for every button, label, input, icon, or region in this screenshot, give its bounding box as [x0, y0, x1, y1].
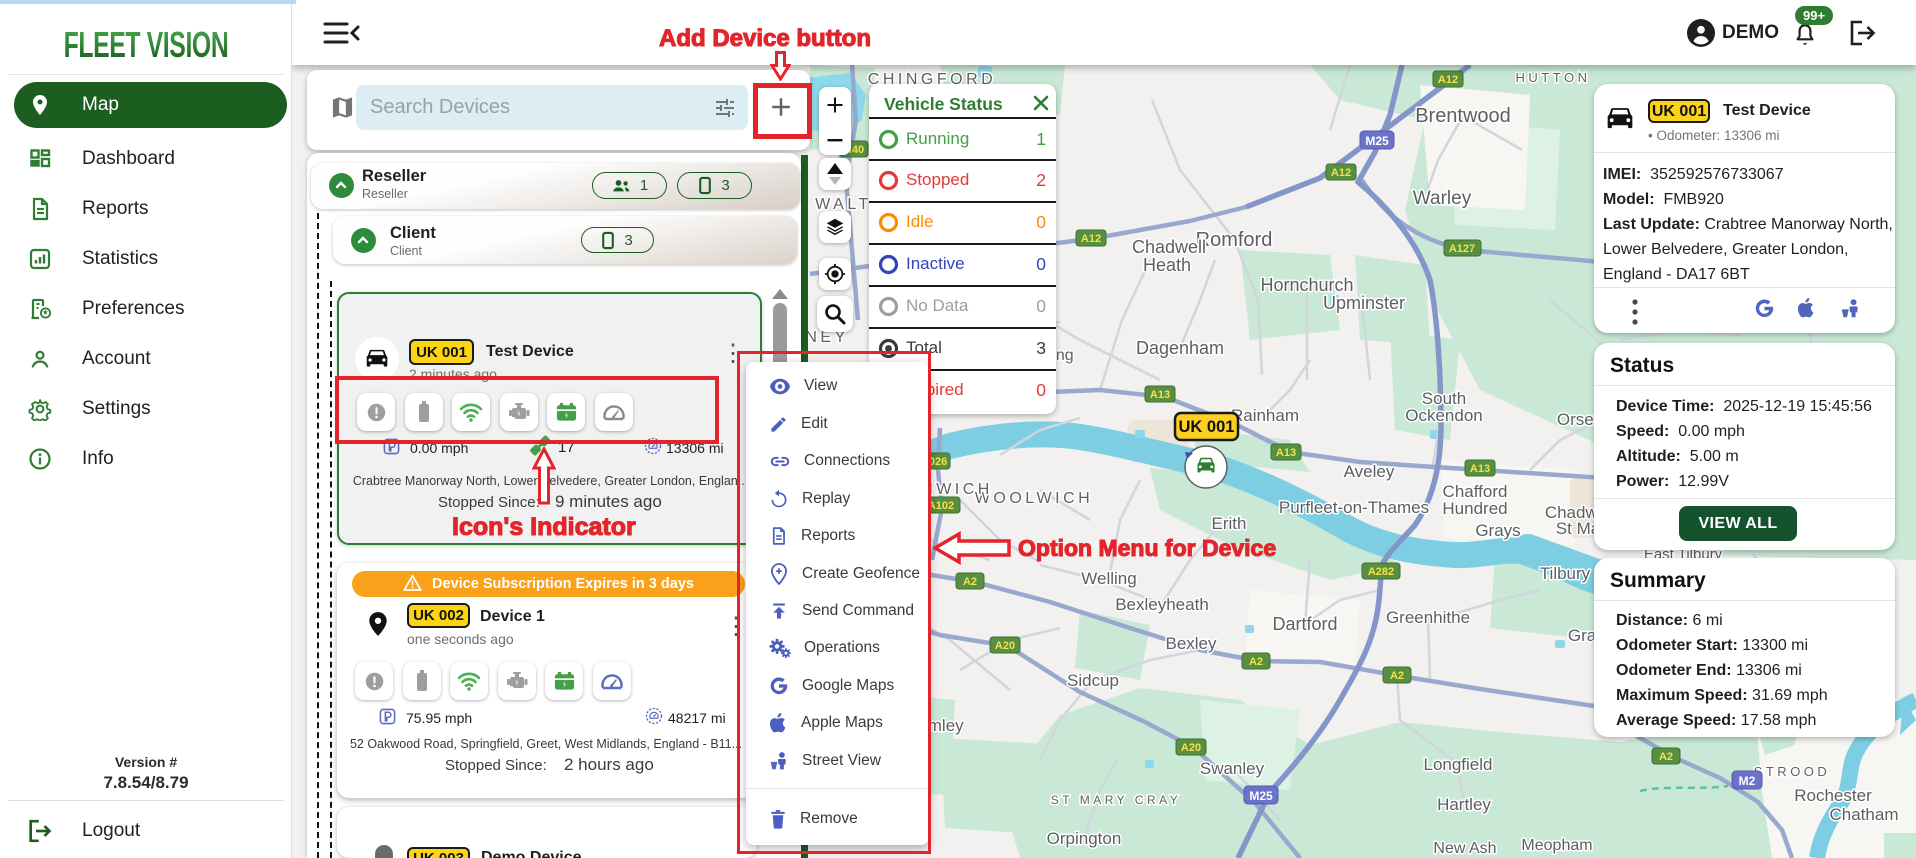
- svg-text:A2: A2: [1659, 751, 1673, 763]
- svg-text:A2: A2: [1390, 670, 1404, 682]
- svg-text:HUTTON: HUTTON: [1516, 70, 1591, 85]
- svg-text:Meopham: Meopham: [1521, 837, 1592, 854]
- svg-text:M25: M25: [1249, 789, 1273, 803]
- svg-text:A13: A13: [1470, 463, 1490, 475]
- svg-text:Welling: Welling: [1081, 569, 1136, 588]
- svg-text:A127: A127: [1449, 243, 1475, 255]
- svg-text:Greenhithe: Greenhithe: [1386, 608, 1470, 627]
- svg-text:Rochester: Rochester: [1794, 786, 1872, 805]
- svg-text:Rainham: Rainham: [1231, 406, 1299, 425]
- svg-text:A2: A2: [963, 576, 977, 588]
- svg-text:Brentwood: Brentwood: [1415, 105, 1511, 127]
- svg-text:Dagenham: Dagenham: [1136, 338, 1224, 358]
- svg-text:A12: A12: [1081, 233, 1101, 245]
- svg-text:A20: A20: [995, 640, 1015, 652]
- svg-text:Aveley: Aveley: [1344, 462, 1395, 481]
- svg-text:Ockendon: Ockendon: [1405, 406, 1483, 425]
- svg-text:Hartley: Hartley: [1437, 795, 1491, 814]
- svg-text:Erith: Erith: [1212, 514, 1247, 533]
- svg-text:A282: A282: [1368, 566, 1394, 578]
- svg-text:Purfleet-on-Thames: Purfleet-on-Thames: [1279, 498, 1429, 517]
- svg-text:Bexley: Bexley: [1165, 634, 1217, 653]
- svg-text:Hundred: Hundred: [1442, 499, 1507, 518]
- svg-text:Chadwell: Chadwell: [1132, 237, 1206, 257]
- svg-text:A12: A12: [1438, 74, 1458, 86]
- svg-text:A12: A12: [1331, 167, 1351, 179]
- svg-text:A2: A2: [1249, 656, 1263, 668]
- svg-text:A102: A102: [928, 500, 954, 512]
- svg-text:NWICH: NWICH: [921, 481, 993, 498]
- svg-text:UK 001: UK 001: [1179, 418, 1235, 436]
- svg-text:M2: M2: [1739, 774, 1756, 788]
- svg-text:Warley: Warley: [1413, 188, 1472, 209]
- svg-text:Grays: Grays: [1475, 521, 1520, 540]
- svg-text:ST MARY CRAY: ST MARY CRAY: [1051, 793, 1181, 807]
- svg-text:Bexleyheath: Bexleyheath: [1115, 595, 1209, 614]
- svg-text:A20: A20: [1181, 742, 1201, 754]
- svg-text:Heath: Heath: [1143, 255, 1191, 275]
- svg-text:A13: A13: [1276, 447, 1296, 459]
- svg-text:Dartford: Dartford: [1272, 614, 1337, 634]
- svg-text:Swanley: Swanley: [1200, 759, 1265, 778]
- svg-text:STROOD: STROOD: [1754, 764, 1831, 779]
- svg-text:A13: A13: [1150, 389, 1170, 401]
- svg-text:Longfield: Longfield: [1423, 755, 1492, 774]
- svg-text:Upminster: Upminster: [1323, 293, 1405, 313]
- svg-text:Chatham: Chatham: [1830, 805, 1899, 824]
- svg-text:Orpington: Orpington: [1047, 829, 1122, 848]
- svg-text:Sidcup: Sidcup: [1067, 671, 1119, 690]
- svg-text:New Ash: New Ash: [1433, 840, 1496, 857]
- svg-text:Tilbury: Tilbury: [1540, 564, 1591, 583]
- svg-text:Hornchurch: Hornchurch: [1260, 275, 1353, 295]
- svg-text:Romford: Romford: [1196, 229, 1273, 251]
- svg-text:M25: M25: [1365, 134, 1389, 148]
